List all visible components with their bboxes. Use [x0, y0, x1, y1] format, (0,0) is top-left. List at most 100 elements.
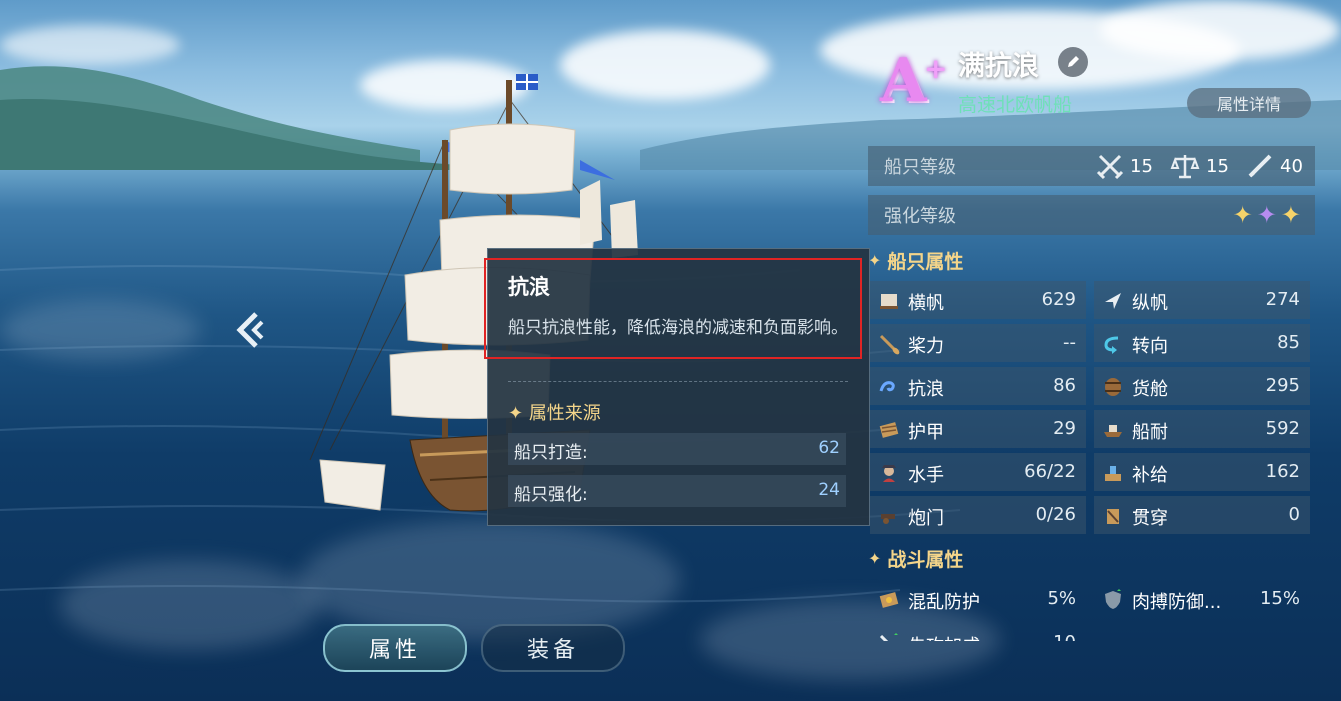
combat-level: 15 — [1096, 152, 1153, 180]
ship-level-label: 船只等级 — [884, 157, 956, 178]
supply-icon — [1105, 466, 1121, 481]
stat-value: 66/22 — [1024, 461, 1076, 482]
stat-wave-resistance[interactable]: 抗浪 86 — [870, 367, 1086, 405]
attribute-source-heading: ✦ 属性来源 — [508, 399, 601, 425]
stat-label: 转向 — [1132, 336, 1168, 357]
pencil-icon — [1068, 56, 1079, 67]
source-row-enhance: 船只强化: 24 — [508, 475, 846, 507]
stat-label: 水手 — [908, 465, 944, 486]
melee-shield-icon — [1105, 589, 1121, 609]
ship-type: 高速北欧帆船 — [958, 94, 1073, 116]
crossed-swords-icon — [1096, 154, 1124, 180]
star-icon: ✦ — [1256, 201, 1277, 229]
enhance-level-label: 强化等级 — [884, 206, 956, 227]
enhance-stars: ✦ ✦ ✦ — [1233, 201, 1301, 229]
stat-label: 混乱防护 — [908, 592, 980, 613]
sparkle-icon: ✦ — [868, 549, 882, 568]
square-sail-icon — [880, 294, 898, 309]
telescope-icon — [1248, 154, 1272, 178]
stat-label: 纵帆 — [1132, 293, 1168, 314]
stat-supply[interactable]: 补给 162 — [1094, 453, 1310, 491]
stat-label: 护甲 — [908, 422, 944, 443]
initiative-icon — [879, 633, 898, 641]
stat-label: 船耐 — [1132, 422, 1168, 443]
source-label: 船只打造: — [514, 443, 588, 463]
battle-attributes-title: 战斗属性 — [887, 549, 964, 571]
stat-value: 592 — [1265, 418, 1300, 439]
attribute-source-title: 属性来源 — [528, 403, 601, 424]
ship-level-row: 船只等级 15 15 40 — [868, 146, 1315, 186]
stat-value: -- — [1063, 332, 1076, 353]
stat-value: 0/26 — [1035, 504, 1076, 525]
stat-fore-aft-sail[interactable]: 纵帆 274 — [1094, 281, 1310, 319]
stat-oar[interactable]: 桨力 -- — [870, 324, 1086, 362]
stat-value: 86 — [1053, 375, 1076, 396]
stat-value: 5% — [1047, 588, 1076, 609]
stat-value: 295 — [1265, 375, 1300, 396]
craft-level-value: 40 — [1280, 155, 1303, 177]
fore-aft-sail-icon — [1105, 293, 1121, 309]
stat-value: 85 — [1277, 332, 1300, 353]
chevron-left-icon — [236, 312, 264, 348]
stat-value: 274 — [1265, 289, 1300, 310]
stat-melee-defense[interactable]: 肉搏防御... 15% — [1094, 580, 1310, 618]
trade-level: 15 — [1170, 152, 1229, 180]
craft-level: 40 — [1246, 152, 1303, 180]
stat-pierce[interactable]: 贯穿 0 — [1094, 496, 1310, 534]
source-label: 船只强化: — [514, 485, 588, 505]
source-value: 62 — [818, 438, 840, 458]
stat-label: 炮门 — [908, 508, 944, 529]
enhance-level-row: 强化等级 ✦ ✦ ✦ — [868, 195, 1315, 235]
stat-chaos-defense[interactable]: 混乱防护 5% — [870, 580, 1086, 618]
stat-label: 抗浪 — [908, 379, 944, 400]
stat-value: 15% — [1259, 588, 1300, 609]
stat-durability[interactable]: 船耐 592 — [1094, 410, 1310, 448]
ship-name: 满抗浪 — [958, 51, 1039, 82]
stat-value: 0 — [1288, 504, 1300, 525]
cannon-icon — [881, 514, 895, 524]
previous-ship-button[interactable] — [230, 308, 270, 352]
stat-square-sail[interactable]: 横帆 629 — [870, 281, 1086, 319]
tooltip-divider — [508, 381, 848, 382]
stat-label: 货舱 — [1132, 379, 1168, 400]
balance-scale-icon — [1170, 155, 1200, 179]
stat-sailors[interactable]: 水手 66/22 — [870, 453, 1086, 491]
stat-cargo[interactable]: 货舱 295 — [1094, 367, 1310, 405]
stat-label: 贯穿 — [1132, 508, 1168, 529]
pierce-icon — [1107, 509, 1119, 524]
stat-initiative[interactable]: 先攻加成 10 — [870, 624, 1086, 641]
stat-label: 先攻加成 — [908, 632, 980, 641]
sparkle-icon: ✦ — [868, 251, 882, 270]
star-icon: ✦ — [1280, 201, 1301, 229]
rename-button[interactable] — [1058, 47, 1088, 77]
combat-level-value: 15 — [1130, 155, 1153, 177]
stat-label: 桨力 — [908, 336, 944, 357]
ship-grade-plus: + — [924, 52, 948, 85]
tab-attributes[interactable]: 属性 — [323, 624, 467, 672]
stat-label: 补给 — [1132, 465, 1168, 486]
stat-value: 629 — [1041, 289, 1076, 310]
hull-icon — [1104, 425, 1122, 437]
stat-armor[interactable]: 护甲 29 — [870, 410, 1086, 448]
attribute-details-button[interactable]: 属性详情 — [1187, 88, 1311, 118]
oar-icon — [879, 334, 900, 355]
tooltip-highlight-box — [484, 258, 862, 359]
source-value: 24 — [818, 480, 840, 500]
battle-attributes-heading: ✦ 战斗属性 — [868, 545, 963, 572]
barrel-icon — [1105, 378, 1121, 396]
tab-equipment[interactable]: 装备 — [481, 624, 625, 672]
ship-attributes-title: 船只属性 — [887, 251, 964, 273]
game-scene: 属性 装备 A + 满抗浪 高速北欧帆船 属性详情 船只等级 15 15 40 … — [0, 0, 1341, 701]
wave-icon — [879, 381, 895, 392]
sailor-icon — [882, 465, 896, 482]
stat-turning[interactable]: 转向 85 — [1094, 324, 1310, 362]
stat-value: 10 — [1053, 632, 1076, 641]
stat-label: 横帆 — [908, 293, 944, 314]
stat-gunports[interactable]: 炮门 0/26 — [870, 496, 1086, 534]
star-icon: ✦ — [1232, 201, 1253, 229]
trade-level-value: 15 — [1206, 155, 1229, 177]
turn-arrow-icon — [1104, 336, 1119, 354]
ship-attributes-heading: ✦ 船只属性 — [868, 247, 963, 274]
stat-label: 肉搏防御... — [1132, 592, 1222, 613]
sparkle-icon: ✦ — [508, 403, 529, 424]
